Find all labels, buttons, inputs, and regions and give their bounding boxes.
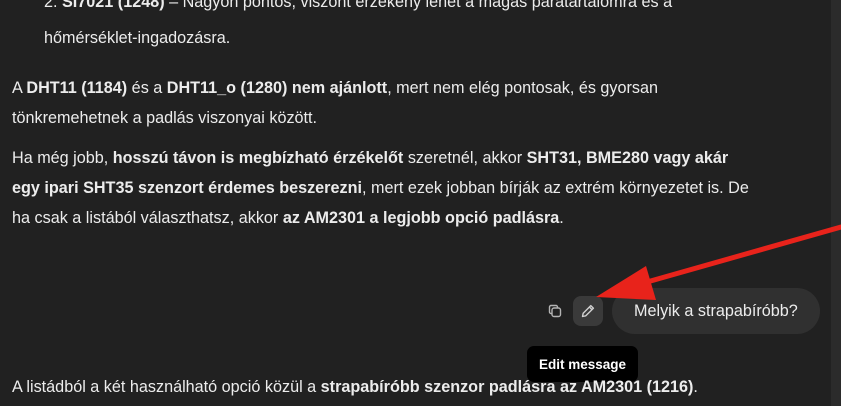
text-run: és a [127,79,167,97]
user-message-bubble: Melyik a strapabíróbb? [612,288,820,334]
text-run: . [559,209,564,227]
text-run: A listádból a két használható opció közü… [12,378,321,396]
bold-text: DHT11 (1184) [26,79,128,97]
paragraph-2-line-1: Ha még jobb, hosszú távon is megbízható … [12,146,728,170]
text-run: . [693,378,698,396]
annotation-arrow [596,224,841,300]
pencil-icon [581,304,595,318]
text-run: A [12,79,27,97]
annotation-arrow-shaft [637,224,841,287]
list-item-continuation: hőmérséklet-ingadozásra. [44,29,231,47]
paragraph-2-line-3: ha csak a listából választhatsz, akkor a… [12,206,564,230]
list-item-si7021: 2. SI7021 (1248) – Nagyon pontos, viszon… [44,0,673,11]
bold-text: SHT31, BME280 vagy akár [526,149,729,167]
user-message-text: Melyik a strapabíróbb? [634,301,798,320]
text-run: Ha még jobb, [12,149,113,167]
copy-icon [548,304,562,318]
bold-text: az AM2301 a legjobb opció padlásra [282,209,560,227]
copy-button[interactable] [540,296,570,326]
edit-message-button[interactable] [573,296,603,326]
paragraph-1-line-2: tönkremehetnek a padlás viszonyai között… [12,109,318,127]
assistant-reply-line: A listádból a két használható opció közü… [12,375,698,399]
bold-text: strapabíróbb szenzor padlásra az AM2301 … [320,378,694,396]
bold-text: egy ipari SHT35 szenzort érdemes beszere… [12,179,362,197]
bold-text: DHT11_o (1280) nem ajánlott [166,79,388,97]
bold-text: hosszú távon is megbízható érzékelőt [112,149,404,167]
scrollbar-track[interactable] [831,0,841,406]
text-run: , mert nem elég pontosak, és gyorsan [387,79,659,97]
paragraph-2-line-2: egy ipari SHT35 szenzort érdemes beszere… [12,176,749,200]
text-run: szeretnél, akkor [403,149,527,167]
text-run: , mert ezek jobban bírják az extrém körn… [361,179,749,197]
paragraph-1-line-1: A DHT11 (1184) és a DHT11_o (1280) nem a… [12,76,658,100]
text-run: ha csak a listából választhatsz, akkor [12,209,283,227]
